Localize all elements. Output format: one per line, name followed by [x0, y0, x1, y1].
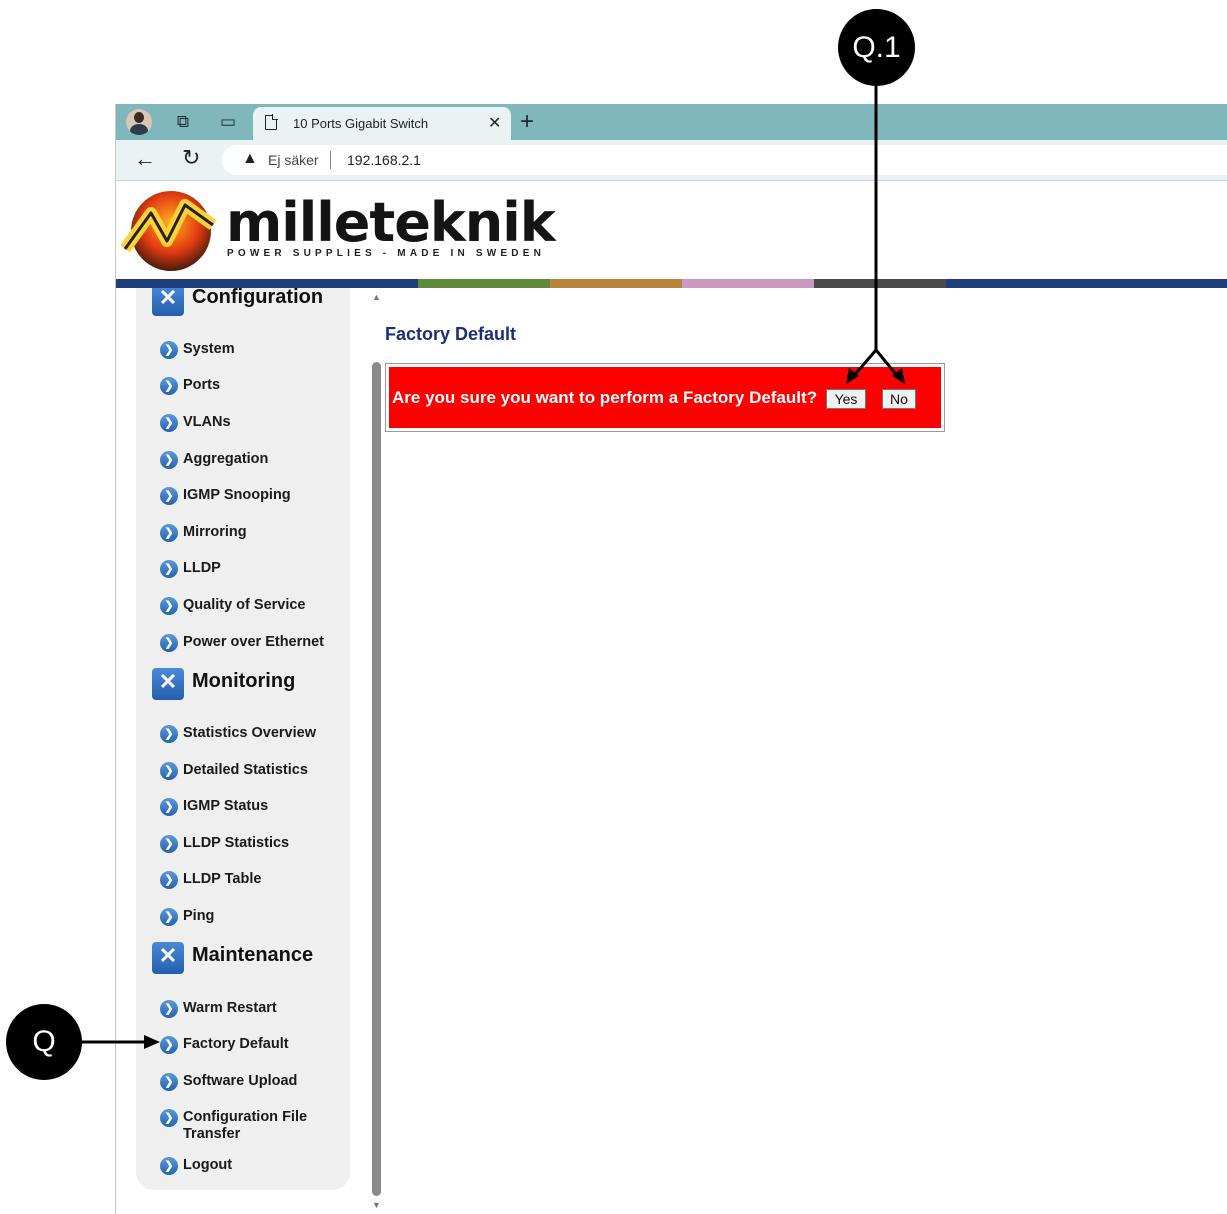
chevron-right-icon: ❯ [160, 414, 178, 432]
sidebar-item-igmp-snooping[interactable]: ❯ IGMP Snooping [160, 487, 350, 505]
scroll-down-icon[interactable]: ▼ [372, 1200, 381, 1210]
sidebar-item-detailed-statistics[interactable]: ❯ Detailed Statistics [160, 762, 350, 780]
sidebar-item-vlans[interactable]: ❯ VLANs [160, 414, 350, 432]
milleteknik-logo-icon [121, 191, 217, 271]
chevron-right-icon: ❯ [160, 871, 178, 889]
chevron-right-icon: ❯ [160, 1036, 178, 1054]
sidebar-item-lldp[interactable]: ❯ LLDP [160, 560, 350, 578]
tools-icon [152, 942, 184, 974]
tab-bar: ⧉ ▭ 10 Ports Gigabit Switch ✕ + [116, 104, 1227, 140]
chevron-right-icon: ❯ [160, 1000, 178, 1018]
new-tab-button[interactable]: + [520, 108, 534, 136]
chevron-right-icon: ❯ [160, 560, 178, 578]
workspaces-icon[interactable]: ⧉ [172, 111, 194, 133]
warning-icon[interactable]: ▲ [242, 150, 258, 168]
back-button[interactable]: ← [134, 146, 156, 172]
sidebar-item-logout[interactable]: ❯ Logout [160, 1157, 350, 1175]
close-tab-icon[interactable]: ✕ [488, 113, 501, 133]
url-text[interactable]: 192.168.2.1 [347, 152, 421, 168]
confirm-dialog: Are you sure you want to perform a Facto… [385, 363, 945, 432]
scroll-up-icon[interactable]: ▲ [372, 292, 381, 302]
sidebar-item-factory-default[interactable]: ❯ Factory Default [160, 1036, 350, 1054]
profile-avatar[interactable] [126, 109, 152, 135]
url-separator [330, 151, 331, 169]
sidebar-item-aggregation[interactable]: ❯ Aggregation [160, 451, 350, 469]
sidebar-item-statistics-overview[interactable]: ❯ Statistics Overview [160, 725, 350, 743]
logo-wordmark: milleteknik [226, 191, 556, 254]
sidebar-item-software-upload[interactable]: ❯ Software Upload [160, 1073, 350, 1091]
no-button[interactable]: No [882, 389, 916, 409]
url-field[interactable]: ▲ Ej säker 192.168.2.1 [222, 145, 1227, 175]
sidebar-item-config-file-transfer[interactable]: ❯ Configuration File Transfer [160, 1109, 310, 1143]
color-stripe [116, 279, 1227, 288]
page-title: Factory Default [385, 324, 517, 344]
sidebar-menu: Configuration ❯System ❯Ports ❯VLANs ❯Agg… [136, 288, 350, 1190]
sidebar-item-lldp-statistics[interactable]: ❯ LLDP Statistics [160, 835, 350, 853]
chevron-right-icon: ❯ [160, 634, 178, 652]
chevron-right-icon: ❯ [160, 1109, 178, 1127]
sidebar-item-mirroring[interactable]: ❯ Mirroring [160, 524, 350, 542]
sidebar-item-lldp-table[interactable]: ❯ LLDP Table [160, 871, 350, 889]
chevron-right-icon: ❯ [160, 487, 178, 505]
chevron-right-icon: ❯ [160, 725, 178, 743]
sidebar-item-ping[interactable]: ❯ Ping [160, 908, 350, 926]
callout-q1: Q.1 [838, 9, 915, 86]
sidebar-item-qos[interactable]: ❯ Quality of Service [160, 597, 350, 615]
chevron-right-icon: ❯ [160, 1073, 178, 1091]
section-title: Configuration [192, 288, 324, 308]
yes-button[interactable]: Yes [826, 389, 866, 409]
chevron-right-icon: ❯ [160, 908, 178, 926]
sidebar-scrollbar[interactable]: ▲ ▼ [371, 288, 383, 1214]
logo-tagline: POWER SUPPLIES - MADE IN SWEDEN [227, 248, 545, 259]
tab-active[interactable]: 10 Ports Gigabit Switch ✕ [253, 107, 511, 140]
security-label[interactable]: Ej säker [268, 152, 319, 168]
tools-icon [152, 288, 184, 316]
scrollbar-thumb[interactable] [372, 362, 381, 1196]
sidebar-item-warm-restart[interactable]: ❯ Warm Restart [160, 1000, 350, 1018]
address-bar: ← ↻ ▲ Ej säker 192.168.2.1 [116, 140, 1227, 181]
chevron-right-icon: ❯ [160, 762, 178, 780]
sidebar-item-ports[interactable]: ❯ Ports [160, 377, 350, 395]
confirm-panel: Are you sure you want to perform a Facto… [389, 367, 941, 428]
sidebar-item-igmp-status[interactable]: ❯ IGMP Status [160, 798, 350, 816]
chevron-right-icon: ❯ [160, 341, 178, 359]
site-header: milleteknik POWER SUPPLIES - MADE IN SWE… [116, 181, 1227, 279]
confirm-message: Are you sure you want to perform a Facto… [392, 388, 818, 407]
callout-q: Q [6, 1004, 82, 1080]
tab-actions-icon[interactable]: ▭ [217, 111, 239, 133]
chevron-right-icon: ❯ [160, 1157, 178, 1175]
chevron-right-icon: ❯ [160, 597, 178, 615]
chevron-right-icon: ❯ [160, 377, 178, 395]
section-title: Monitoring [192, 670, 296, 692]
chevron-right-icon: ❯ [160, 451, 178, 469]
section-title: Maintenance [192, 944, 314, 966]
chevron-right-icon: ❯ [160, 798, 178, 816]
chevron-right-icon: ❯ [160, 524, 178, 542]
page-icon [265, 114, 278, 130]
sidebar-item-poe[interactable]: ❯ Power over Ethernet [160, 634, 350, 652]
sidebar-item-system[interactable]: ❯ System [160, 341, 350, 359]
reload-button[interactable]: ↻ [182, 145, 200, 171]
tab-title: 10 Ports Gigabit Switch [293, 116, 429, 131]
tools-icon [152, 668, 184, 700]
chevron-right-icon: ❯ [160, 835, 178, 853]
browser-window: ⧉ ▭ 10 Ports Gigabit Switch ✕ + ← ↻ ▲ Ej… [115, 104, 1227, 1214]
